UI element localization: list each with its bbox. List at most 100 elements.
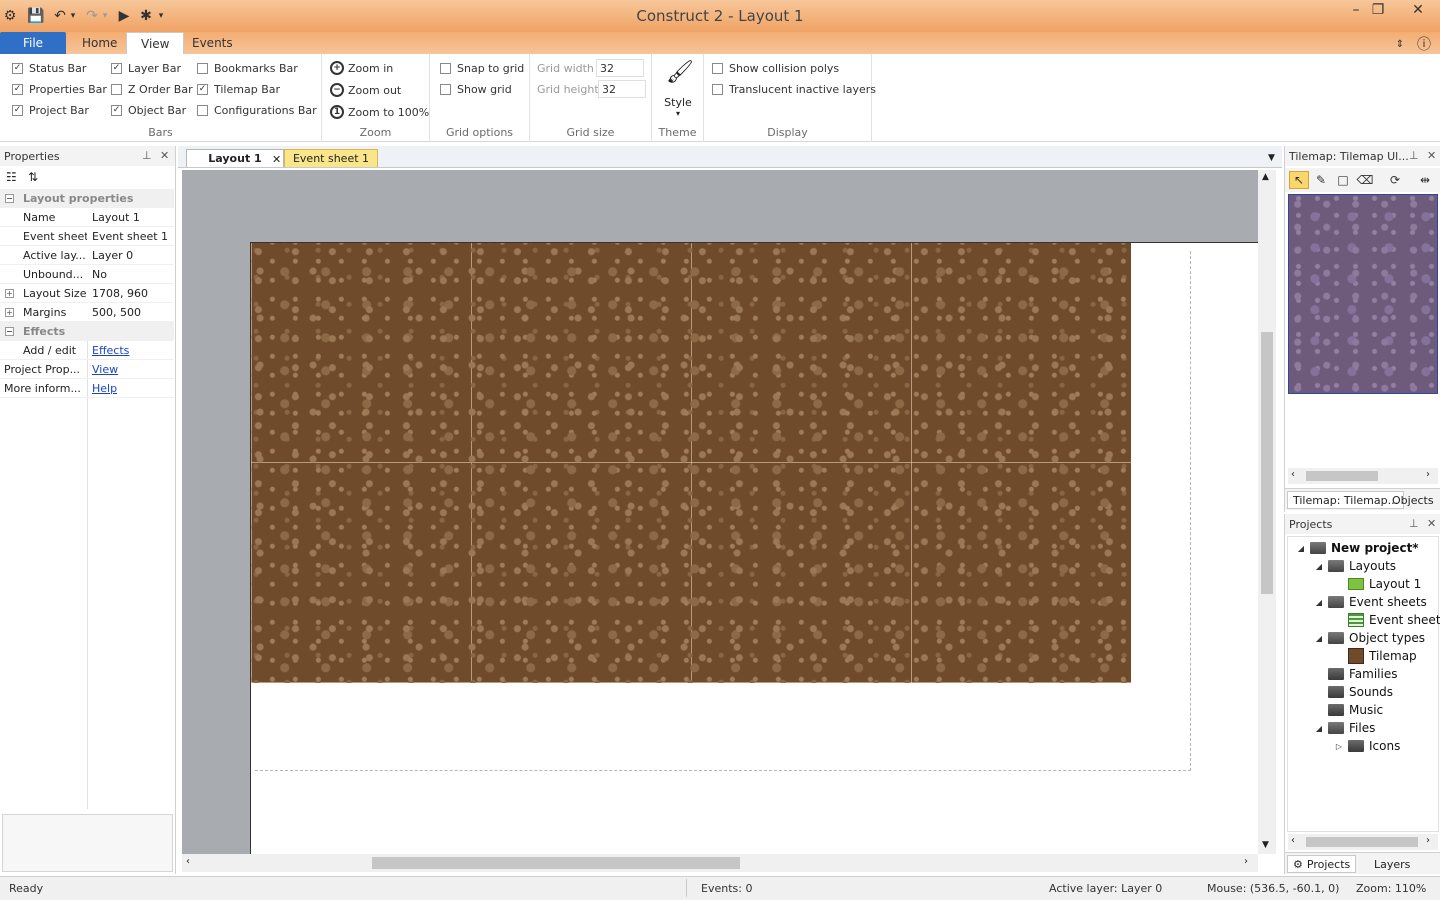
save-icon[interactable]: 💾 bbox=[26, 6, 46, 26]
tab-objects[interactable]: Objects bbox=[1387, 491, 1439, 509]
tree-item-project[interactable]: ◢ New project* bbox=[1296, 539, 1419, 557]
tab-event-sheet-1[interactable]: Event sheet 1 bbox=[284, 149, 378, 167]
object-bar-checkbox[interactable]: ✓ Object Bar bbox=[111, 104, 186, 117]
collapse-arrow-icon[interactable]: ◢ bbox=[1314, 634, 1324, 643]
tree-item-event-sheets[interactable]: ◢ Event sheets bbox=[1314, 593, 1427, 611]
pencil-tool-icon[interactable]: ✎ bbox=[1311, 171, 1331, 189]
zoom-out-button[interactable]: − Zoom out bbox=[330, 83, 401, 97]
tree-item-sounds[interactable]: Sounds bbox=[1328, 683, 1393, 701]
expand-icon[interactable]: + bbox=[5, 288, 14, 298]
tree-item-icons[interactable]: ▷ Icons bbox=[1334, 737, 1400, 755]
categorized-view-icon[interactable]: ☷ bbox=[6, 170, 17, 184]
property-row-event-sheet[interactable]: Event sheet Event sheet 1 bbox=[0, 227, 174, 246]
property-category-effects[interactable]: − Effects bbox=[0, 322, 174, 341]
rectangle-tool-icon[interactable]: □ bbox=[1333, 171, 1353, 189]
vertical-scroll-thumb[interactable] bbox=[1261, 332, 1273, 594]
z-order-bar-checkbox[interactable]: Z Order Bar bbox=[111, 83, 193, 96]
tabs-dropdown-icon[interactable]: ▼ bbox=[1262, 149, 1281, 167]
eraser-tool-icon[interactable]: ⌫ bbox=[1355, 171, 1375, 189]
tilemap-bar-checkbox[interactable]: ✓ Tilemap Bar bbox=[197, 83, 280, 96]
view-link[interactable]: View bbox=[92, 363, 118, 376]
tree-item-families[interactable]: Families bbox=[1328, 665, 1397, 683]
tree-item-files[interactable]: ◢ Files bbox=[1314, 719, 1375, 737]
tab-home[interactable]: Home bbox=[68, 32, 131, 54]
pin-icon[interactable]: ⊥ bbox=[142, 149, 152, 162]
select-tool-icon[interactable]: ↖ bbox=[1289, 171, 1309, 189]
expand-icon[interactable]: + bbox=[5, 307, 14, 317]
tilemap-horizontal-scrollbar[interactable]: ‹ › bbox=[1288, 468, 1438, 484]
layer-bar-checkbox[interactable]: ✓ Layer Bar bbox=[111, 62, 181, 75]
collapse-arrow-icon[interactable]: ◢ bbox=[1314, 598, 1324, 607]
help-link[interactable]: Help bbox=[92, 382, 117, 395]
scroll-right-icon[interactable]: › bbox=[1426, 469, 1430, 480]
scroll-right-icon[interactable]: › bbox=[1426, 835, 1430, 846]
scroll-right-icon[interactable]: › bbox=[1244, 856, 1248, 867]
project-bar-checkbox[interactable]: ✓ Project Bar bbox=[12, 104, 89, 117]
property-row-add-edit-effects[interactable]: Add / edit Effects bbox=[0, 341, 174, 360]
zoom-100-button[interactable]: 1 Zoom to 100% bbox=[330, 105, 429, 119]
layout-area[interactable] bbox=[250, 242, 1258, 854]
property-category-layout[interactable]: − Layout properties bbox=[0, 189, 174, 208]
tab-view[interactable]: View bbox=[126, 32, 185, 55]
collapse-arrow-icon[interactable]: ◢ bbox=[1314, 724, 1324, 733]
show-grid-checkbox[interactable]: Show grid bbox=[440, 83, 512, 96]
tree-item-layouts[interactable]: ◢ Layouts bbox=[1314, 557, 1396, 575]
effects-link[interactable]: Effects bbox=[92, 344, 129, 357]
grid-height-input[interactable] bbox=[598, 80, 646, 98]
configurations-bar-checkbox[interactable]: Configurations Bar bbox=[197, 104, 317, 117]
run-icon[interactable]: ▶ bbox=[114, 6, 134, 26]
horizontal-scroll-thumb[interactable] bbox=[372, 857, 740, 869]
undo-icon[interactable]: ↶ bbox=[50, 6, 70, 26]
tree-item-tilemap[interactable]: Tilemap bbox=[1348, 647, 1417, 665]
vertical-scrollbar[interactable]: ▲ ▼ bbox=[1258, 170, 1276, 854]
tile-palette[interactable] bbox=[1288, 194, 1438, 394]
undo-dropdown-icon[interactable]: ▾ bbox=[68, 6, 78, 26]
snap-to-grid-checkbox[interactable]: Snap to grid bbox=[440, 62, 524, 75]
style-button[interactable]: Style bbox=[652, 96, 704, 109]
property-row-unbounded[interactable]: Unbound... No bbox=[0, 265, 174, 284]
tree-item-event-sheet-1[interactable]: Event sheet 1 bbox=[1348, 611, 1440, 629]
projects-horizontal-scrollbar[interactable]: ‹ › bbox=[1288, 834, 1438, 850]
pin-icon[interactable]: ⊥ bbox=[1409, 149, 1419, 162]
close-icon[interactable]: ✕ bbox=[1427, 517, 1436, 530]
zoom-in-button[interactable]: + Zoom in bbox=[330, 61, 393, 75]
scroll-thumb[interactable] bbox=[1306, 837, 1418, 847]
app-gear-icon[interactable]: ⚙ bbox=[0, 6, 20, 26]
horizontal-scrollbar[interactable]: ‹ › bbox=[182, 854, 1258, 872]
layout-canvas[interactable] bbox=[182, 170, 1258, 854]
info-icon[interactable]: ⓘ bbox=[1412, 34, 1436, 54]
bookmarks-bar-checkbox[interactable]: Bookmarks Bar bbox=[197, 62, 298, 75]
quick-access-dropdown-icon[interactable]: ▾ bbox=[156, 6, 166, 26]
restore-icon[interactable]: ❐ bbox=[1362, 0, 1394, 20]
translucent-inactive-layers-checkbox[interactable]: Translucent inactive layers bbox=[712, 83, 876, 96]
tree-item-layout-1[interactable]: Layout 1 bbox=[1348, 575, 1421, 593]
tab-layers[interactable]: Layers bbox=[1369, 855, 1415, 873]
pin-icon[interactable]: ⊥ bbox=[1409, 517, 1419, 530]
scroll-left-icon[interactable]: ‹ bbox=[1291, 835, 1295, 846]
status-bar-checkbox[interactable]: ✓ Status Bar bbox=[12, 62, 86, 75]
redo-dropdown-icon[interactable]: ▾ bbox=[100, 6, 110, 26]
show-collision-polys-checkbox[interactable]: Show collision polys bbox=[712, 62, 839, 75]
expand-arrow-icon[interactable]: ▷ bbox=[1334, 742, 1344, 751]
tilemap-object[interactable] bbox=[251, 243, 1131, 683]
scroll-up-icon[interactable]: ▲ bbox=[1262, 172, 1269, 182]
close-icon[interactable]: ✕ bbox=[1402, 0, 1434, 20]
style-dropdown-icon[interactable]: ▾ bbox=[652, 109, 704, 118]
close-icon[interactable]: ✕ bbox=[160, 149, 169, 162]
tree-item-object-types[interactable]: ◢ Object types bbox=[1314, 629, 1425, 647]
ribbon-collapse-icon[interactable]: ⇕ bbox=[1388, 34, 1412, 54]
debug-icon[interactable]: ✱ bbox=[136, 6, 156, 26]
collapse-icon[interactable]: − bbox=[5, 193, 14, 203]
style-brush-icon[interactable]: 🖌 bbox=[666, 60, 694, 88]
close-icon[interactable]: ✕ bbox=[1427, 149, 1436, 162]
scroll-down-icon[interactable]: ▼ bbox=[1262, 840, 1269, 850]
grid-width-input[interactable] bbox=[596, 59, 644, 77]
tab-file[interactable]: File bbox=[0, 32, 66, 54]
scroll-thumb[interactable] bbox=[1306, 471, 1378, 481]
property-row-margins[interactable]: + Margins 500, 500 bbox=[0, 303, 174, 322]
scroll-left-icon[interactable]: ‹ bbox=[1291, 469, 1295, 480]
tree-item-music[interactable]: Music bbox=[1328, 701, 1383, 719]
rotate-tool-icon[interactable]: ⟳ bbox=[1385, 171, 1405, 189]
scroll-left-icon[interactable]: ‹ bbox=[186, 856, 190, 867]
tab-events[interactable]: Events bbox=[178, 32, 247, 54]
